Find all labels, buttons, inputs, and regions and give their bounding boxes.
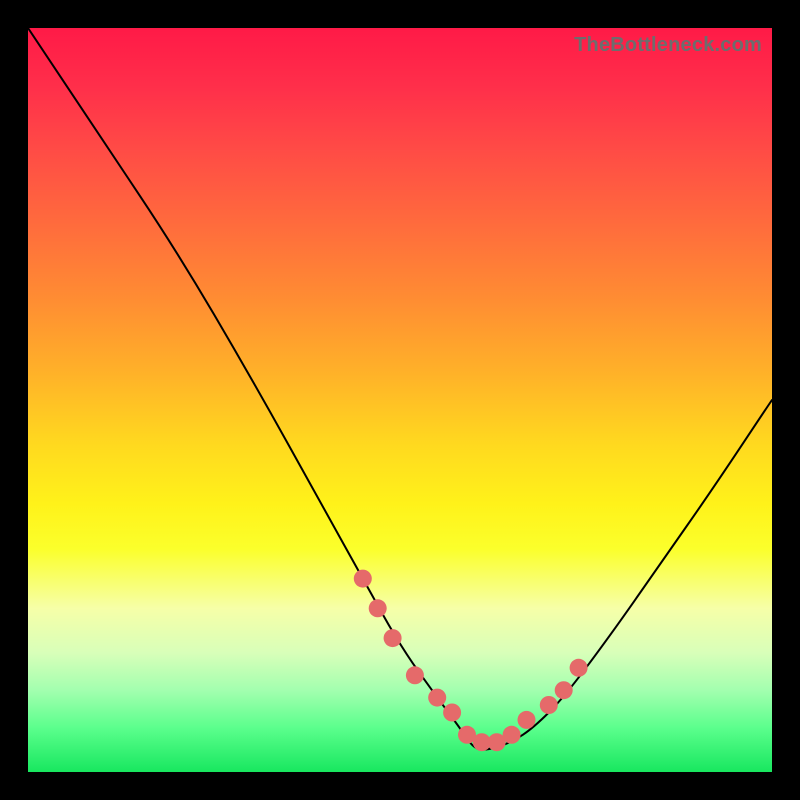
- marker-dot: [570, 659, 588, 677]
- marker-dot: [406, 666, 424, 684]
- marker-dot: [540, 696, 558, 714]
- chart-svg: [28, 28, 772, 772]
- marker-dot: [428, 689, 446, 707]
- chart-frame: TheBottleneck.com: [0, 0, 800, 800]
- marker-dot: [384, 629, 402, 647]
- chart-plot-area: TheBottleneck.com: [28, 28, 772, 772]
- marker-dot: [503, 726, 521, 744]
- marker-dot: [518, 711, 536, 729]
- marker-dot: [555, 681, 573, 699]
- marker-dot: [369, 599, 387, 617]
- marker-group: [354, 570, 588, 752]
- marker-dot: [354, 570, 372, 588]
- marker-dot: [443, 704, 461, 722]
